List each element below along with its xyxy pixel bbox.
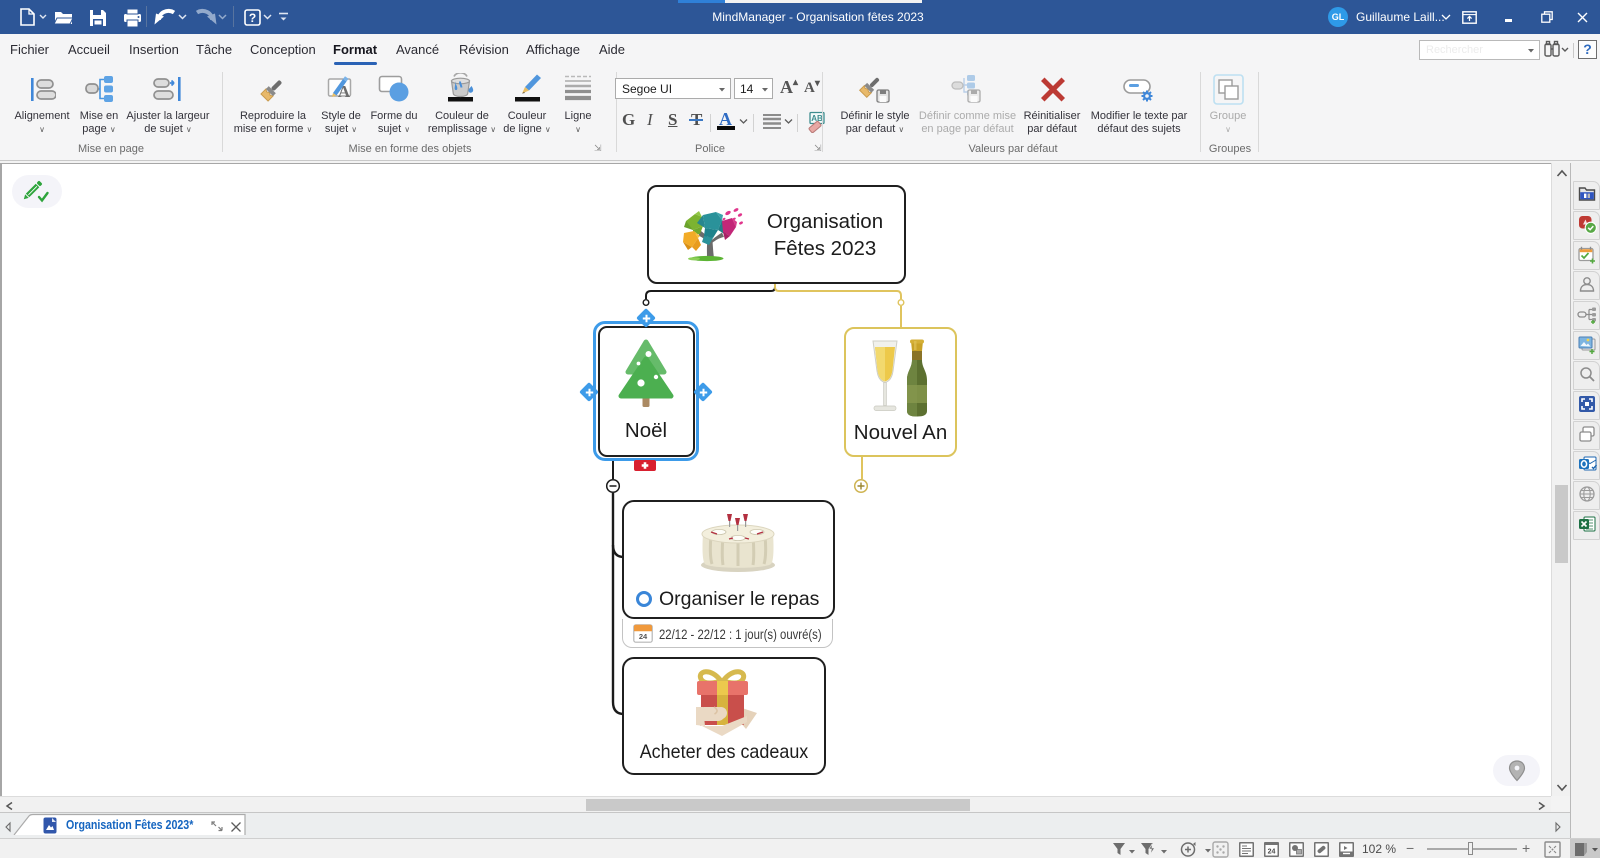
svg-text:24: 24 <box>1268 849 1276 856</box>
svg-text:?: ? <box>249 11 256 25</box>
svg-text:24: 24 <box>639 632 648 641</box>
